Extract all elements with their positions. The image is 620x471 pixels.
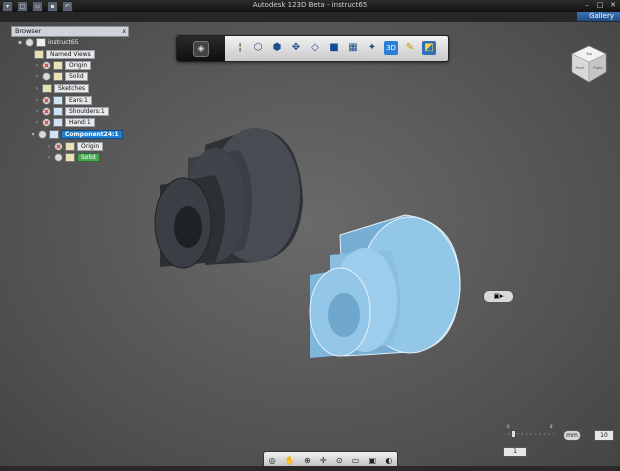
expand-icon[interactable]: ›	[46, 154, 52, 161]
visibility-icon[interactable]	[54, 153, 63, 162]
visibility-icon[interactable]	[38, 130, 47, 139]
status-strip	[0, 466, 620, 471]
expand-icon[interactable]: ›	[34, 119, 40, 126]
tree-item-label: Origin	[65, 61, 92, 70]
tree-item-component24[interactable]: ▾ Component24:1	[30, 130, 123, 139]
hidden-visibility-icon[interactable]	[42, 96, 51, 105]
tree-item-shoulders[interactable]: › Shoulders:1	[34, 107, 109, 116]
tree-item-label: Hand:1	[65, 118, 95, 127]
browser-close-icon[interactable]: x	[122, 27, 126, 36]
sphere-icon[interactable]: ✦	[365, 41, 379, 55]
view-icon[interactable]: ▣	[369, 456, 377, 465]
tree-item-label: Sketches	[54, 84, 90, 93]
zoom-icon[interactable]: ⊕	[304, 456, 311, 465]
torus-icon[interactable]: ◇	[308, 41, 322, 55]
pan-icon[interactable]: ✋	[285, 456, 295, 465]
expand-icon[interactable]: ›	[46, 143, 52, 150]
look-icon[interactable]: ⊙	[336, 456, 343, 465]
collapse-icon[interactable]: ▪	[17, 39, 23, 46]
tree-item-label: Solid	[65, 72, 88, 81]
tree-root-label: instruct65	[48, 39, 79, 46]
expand-icon[interactable]: ›	[34, 85, 40, 92]
primitives-toolbar: ◈ ¦ ⬡ ⬢ ✥ ◇ ■ ▦ ✦ 3D ✎ ◩	[176, 35, 449, 62]
pyramid-icon[interactable]: ✥	[289, 41, 303, 55]
pattern-icon[interactable]: ▦	[346, 41, 360, 55]
hidden-visibility-icon[interactable]	[54, 142, 63, 151]
scale-min-label: 0	[507, 424, 510, 429]
orbit-icon[interactable]: ✛	[320, 456, 327, 465]
info-icon[interactable]: ¦	[233, 41, 247, 55]
collapse-icon[interactable]: ▾	[30, 131, 36, 138]
grid-scale[interactable]: 0 8	[504, 422, 556, 438]
snap-value-field[interactable]: 1	[503, 447, 527, 457]
component-icon	[49, 130, 59, 139]
tree-item-label: Origin	[77, 142, 104, 151]
fit-icon[interactable]: ▭	[352, 456, 360, 465]
tree-item-label: Component24:1	[61, 130, 123, 139]
tree-item-sketches[interactable]: › Sketches	[34, 84, 90, 93]
tree-item-component-solid[interactable]: › Solid	[46, 153, 100, 162]
folder-icon	[34, 50, 44, 59]
tree-item-label: Named Views	[46, 50, 95, 59]
document-icon	[36, 38, 46, 47]
expand-icon[interactable]: ›	[34, 73, 40, 80]
solid-icon	[53, 72, 63, 81]
model-canvas	[154, 128, 461, 358]
toolbar-main-menu[interactable]: ◈	[177, 36, 225, 61]
visibility-icon[interactable]	[42, 72, 51, 81]
steering-wheel-icon[interactable]: ◎	[269, 456, 276, 465]
component-icon	[53, 118, 63, 127]
sketch-icon[interactable]: ✎	[403, 41, 417, 55]
unit-button[interactable]: mm	[563, 430, 581, 441]
folder-icon	[65, 142, 75, 151]
expand-icon[interactable]: ›	[34, 108, 40, 115]
browser-title: Browser	[15, 27, 42, 35]
grid-size-field[interactable]: 10	[594, 430, 614, 441]
smart-tool-icon[interactable]: ◩	[422, 41, 436, 55]
box-icon[interactable]: ⬡	[251, 41, 265, 55]
tree-item-label: Shoulders:1	[65, 107, 109, 116]
hidden-visibility-icon[interactable]	[42, 107, 51, 116]
combine-icon[interactable]: ■	[327, 41, 341, 55]
visual-style-icon[interactable]: ◐	[385, 456, 392, 465]
tree-root[interactable]: ▪ instruct65	[17, 38, 79, 47]
cylinder-icon[interactable]: ⬢	[270, 41, 284, 55]
selection-mini-toolbar[interactable]: ▣▸	[483, 290, 514, 303]
viewcube-top-label: Top	[585, 52, 593, 56]
tree-item-origin[interactable]: › Origin	[34, 61, 92, 70]
browser-header: Browser x	[11, 26, 129, 37]
hidden-visibility-icon[interactable]	[42, 61, 51, 70]
expand-icon[interactable]: ›	[34, 97, 40, 104]
component-icon	[53, 107, 63, 116]
folder-icon	[53, 61, 63, 70]
tree-item-label: Solid	[77, 153, 100, 162]
solid-icon	[65, 153, 75, 162]
view-cube[interactable]: Top Front Right	[569, 44, 609, 84]
viewcube-right-label: Right	[593, 66, 603, 70]
expand-icon[interactable]: ›	[34, 62, 40, 69]
viewcube-front-label: Front	[575, 66, 585, 70]
main-menu-icon[interactable]: ◈	[193, 41, 209, 57]
browser-panel: Browser x	[11, 26, 129, 37]
scale-max-label: 8	[550, 424, 553, 429]
scale-slider-handle[interactable]	[512, 431, 515, 437]
tree-item-hand[interactable]: › Hand:1	[34, 118, 95, 127]
tree-item-solid[interactable]: › Solid	[34, 72, 88, 81]
hidden-visibility-icon[interactable]	[42, 118, 51, 127]
tree-item-ears[interactable]: › Ears:1	[34, 96, 92, 105]
dark-pulley-part[interactable]	[154, 128, 303, 269]
arrow-right-icon[interactable]: ▸	[500, 292, 504, 300]
3d-text-icon[interactable]: 3D	[384, 41, 398, 55]
visibility-icon[interactable]	[25, 38, 34, 47]
selected-pulley-part[interactable]	[309, 214, 461, 358]
tree-item-component-origin[interactable]: › Origin	[46, 142, 104, 151]
tree-item-label: Ears:1	[65, 96, 92, 105]
folder-icon	[42, 84, 52, 93]
tree-item-named-views[interactable]: Named Views	[34, 50, 95, 59]
component-icon	[53, 96, 63, 105]
